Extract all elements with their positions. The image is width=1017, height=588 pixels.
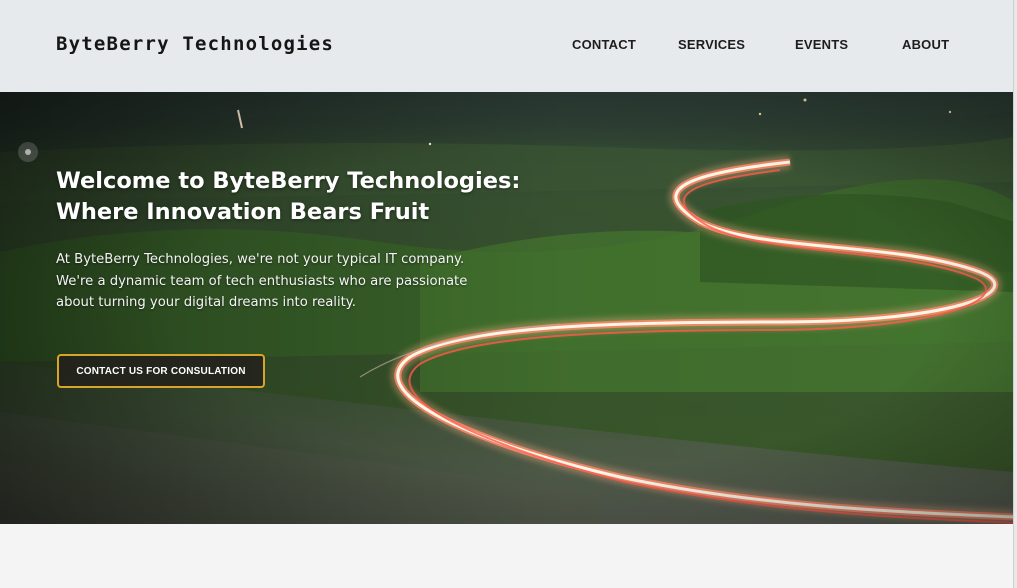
hero-title: Welcome to ByteBerry Technologies: Where… [56,166,526,228]
nav-about[interactable]: ABOUT [902,37,949,52]
scrollbar[interactable] [1013,0,1017,588]
hero-title-line-1: Welcome to ByteBerry Technologies: [56,168,521,194]
site-header: ByteBerry Technologies CONTACT SERVICES … [0,0,1014,92]
main-nav: CONTACT SERVICES EVENTS ABOUT [0,37,1014,57]
hero-section: Welcome to ByteBerry Technologies: Where… [0,92,1014,524]
hero-description: At ByteBerry Technologies, we're not you… [56,252,468,310]
nav-services[interactable]: SERVICES [678,37,745,52]
nav-contact[interactable]: CONTACT [572,37,636,52]
nav-events[interactable]: EVENTS [795,37,848,52]
hero-title-line-2: Where Innovation Bears Fruit [56,199,430,225]
contact-consultation-button[interactable]: CONTACT US FOR CONSULATION [57,354,265,388]
next-section [0,524,1014,588]
page: ByteBerry Technologies CONTACT SERVICES … [0,0,1017,588]
